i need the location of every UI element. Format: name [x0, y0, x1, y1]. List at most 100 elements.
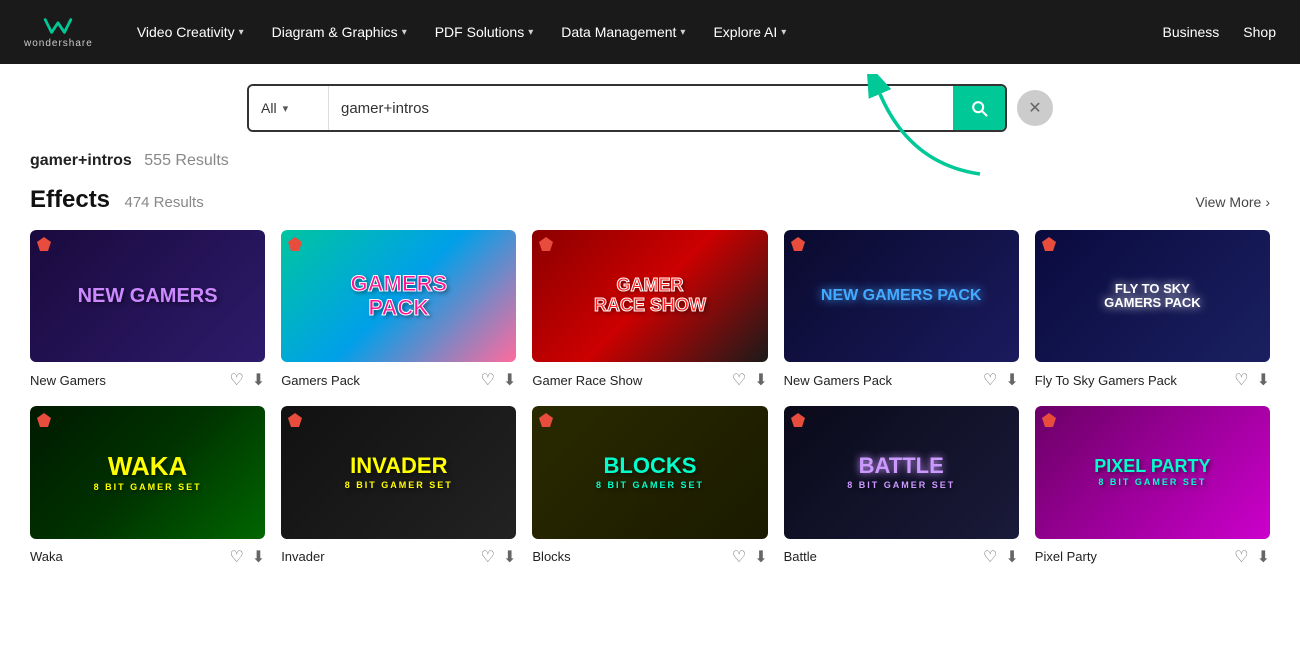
- gem-icon: [1041, 236, 1057, 252]
- chevron-down-icon: ▾: [283, 102, 289, 115]
- category-label: All: [261, 100, 277, 116]
- download-icon[interactable]: ⬇: [1005, 370, 1018, 390]
- card-title: Waka: [30, 549, 63, 564]
- heart-icon[interactable]: ♡: [229, 370, 243, 390]
- card-title: Blocks: [532, 549, 570, 564]
- gem-icon: [538, 412, 554, 428]
- card-label: Waka ♡ ⬇: [30, 547, 265, 567]
- search-bar: All ▾: [247, 84, 1007, 132]
- view-more-button[interactable]: View More ›: [1195, 194, 1270, 210]
- gem-icon: [790, 412, 806, 428]
- card-actions: ♡ ⬇: [481, 370, 517, 390]
- card-label: Fly To Sky Gamers Pack ♡ ⬇: [1035, 370, 1270, 390]
- heart-icon[interactable]: ♡: [481, 370, 495, 390]
- heart-icon[interactable]: ♡: [481, 547, 495, 567]
- clear-button[interactable]: ✕: [1017, 90, 1053, 126]
- gem-icon: [538, 236, 554, 252]
- heart-icon[interactable]: ♡: [1234, 547, 1248, 567]
- heart-icon[interactable]: ♡: [732, 370, 746, 390]
- card-invader[interactable]: INVADER 8 BIT GAMER SET Invader ♡ ⬇: [281, 406, 516, 566]
- search-button[interactable]: [953, 86, 1005, 130]
- gem-icon: [790, 236, 806, 252]
- logo[interactable]: wondershare: [24, 16, 93, 49]
- card-title: Battle: [784, 549, 817, 564]
- card-thumbnail: FLY TO SKYGAMERS PACK: [1035, 230, 1270, 362]
- search-input[interactable]: [329, 86, 953, 130]
- card-battle[interactable]: BATTLE 8 BIT GAMER SET Battle ♡ ⬇: [784, 406, 1019, 566]
- card-thumbnail: GAMERSPACK: [281, 230, 516, 362]
- card-thumbnail: New Gamers Pack: [784, 230, 1019, 362]
- card-title: New Gamers Pack: [784, 373, 892, 388]
- nav-item-diagram-graphics[interactable]: Diagram & Graphics ▾: [260, 16, 419, 48]
- chevron-right-icon: ›: [1265, 194, 1270, 210]
- card-thumbnail: GAMERRACE SHOW: [532, 230, 767, 362]
- nav-item-business[interactable]: Business: [1162, 24, 1219, 40]
- card-label: Gamers Pack ♡ ⬇: [281, 370, 516, 390]
- heart-icon[interactable]: ♡: [983, 370, 997, 390]
- card-label: Invader ♡ ⬇: [281, 547, 516, 567]
- results-count: 555 Results: [144, 152, 229, 169]
- heart-icon[interactable]: ♡: [983, 547, 997, 567]
- close-icon: ✕: [1028, 98, 1041, 118]
- card-actions: ♡ ⬇: [732, 370, 768, 390]
- card-label: Blocks ♡ ⬇: [532, 547, 767, 567]
- heart-icon[interactable]: ♡: [229, 547, 243, 567]
- gem-icon: [36, 412, 52, 428]
- effects-section: Effects 474 Results View More › New Game…: [0, 186, 1300, 567]
- nav-item-explore-ai[interactable]: Explore AI ▾: [701, 16, 798, 48]
- card-title: Gamer Race Show: [532, 373, 642, 388]
- results-header: gamer+intros 555 Results: [0, 148, 1300, 186]
- card-blocks[interactable]: BLOCKS 8 BIT GAMER SET Blocks ♡ ⬇: [532, 406, 767, 566]
- download-icon[interactable]: ⬇: [1257, 370, 1270, 390]
- card-label: New Gamers ♡ ⬇: [30, 370, 265, 390]
- nav-item-data-management[interactable]: Data Management ▾: [549, 16, 697, 48]
- nav-right: Business Shop: [1162, 24, 1276, 40]
- download-icon[interactable]: ⬇: [503, 547, 516, 567]
- download-icon[interactable]: ⬇: [1257, 547, 1270, 567]
- card-title: New Gamers: [30, 373, 106, 388]
- nav-item-pdf-solutions[interactable]: PDF Solutions ▾: [423, 16, 546, 48]
- download-icon[interactable]: ⬇: [1005, 547, 1018, 567]
- card-thumbnail: PIXEL PARTY 8 BIT GAMER SET: [1035, 406, 1270, 538]
- download-icon[interactable]: ⬇: [754, 370, 767, 390]
- gem-icon: [287, 236, 303, 252]
- search-category-dropdown[interactable]: All ▾: [249, 86, 329, 130]
- card-actions: ♡ ⬇: [732, 547, 768, 567]
- brand-name: wondershare: [24, 38, 93, 49]
- card-waka[interactable]: WAKA 8 BIT GAMER SET Waka ♡ ⬇: [30, 406, 265, 566]
- card-actions: ♡ ⬇: [229, 547, 265, 567]
- chevron-down-icon: ▾: [528, 27, 533, 38]
- card-label: Battle ♡ ⬇: [784, 547, 1019, 567]
- chevron-down-icon: ▾: [402, 27, 407, 38]
- card-pixel-party[interactable]: PIXEL PARTY 8 BIT GAMER SET Pixel Party …: [1035, 406, 1270, 566]
- nav-item-video-creativity[interactable]: Video Creativity ▾: [125, 16, 256, 48]
- card-thumbnail: WAKA 8 BIT GAMER SET: [30, 406, 265, 538]
- card-actions: ♡ ⬇: [481, 547, 517, 567]
- card-new-gamers-pack[interactable]: New Gamers Pack New Gamers Pack ♡ ⬇: [784, 230, 1019, 390]
- card-gamer-race-show[interactable]: GAMERRACE SHOW Gamer Race Show ♡ ⬇: [532, 230, 767, 390]
- chevron-down-icon: ▾: [680, 27, 685, 38]
- heart-icon[interactable]: ♡: [1234, 370, 1248, 390]
- download-icon[interactable]: ⬇: [252, 370, 265, 390]
- heart-icon[interactable]: ♡: [732, 547, 746, 567]
- download-icon[interactable]: ⬇: [252, 547, 265, 567]
- card-title: Fly To Sky Gamers Pack: [1035, 373, 1177, 388]
- section-count: 474 Results: [124, 194, 203, 211]
- gem-icon: [1041, 412, 1057, 428]
- card-fly-to-sky[interactable]: FLY TO SKYGAMERS PACK Fly To Sky Gamers …: [1035, 230, 1270, 390]
- card-actions: ♡ ⬇: [1234, 547, 1270, 567]
- card-label: Gamer Race Show ♡ ⬇: [532, 370, 767, 390]
- nav-items: Video Creativity ▾ Diagram & Graphics ▾ …: [125, 16, 1163, 48]
- card-thumbnail: INVADER 8 BIT GAMER SET: [281, 406, 516, 538]
- chevron-down-icon: ▾: [781, 27, 786, 38]
- card-new-gamers[interactable]: New Gamers New Gamers ♡ ⬇: [30, 230, 265, 390]
- card-label: New Gamers Pack ♡ ⬇: [784, 370, 1019, 390]
- card-actions: ♡ ⬇: [1234, 370, 1270, 390]
- nav-item-shop[interactable]: Shop: [1243, 24, 1276, 40]
- download-icon[interactable]: ⬇: [754, 547, 767, 567]
- card-thumbnail: BATTLE 8 BIT GAMER SET: [784, 406, 1019, 538]
- download-icon[interactable]: ⬇: [503, 370, 516, 390]
- cards-row-1: New Gamers New Gamers ♡ ⬇ GAMERSPACK Gam…: [30, 230, 1270, 390]
- card-gamers-pack[interactable]: GAMERSPACK Gamers Pack ♡ ⬇: [281, 230, 516, 390]
- search-section: All ▾ ✕: [0, 64, 1300, 148]
